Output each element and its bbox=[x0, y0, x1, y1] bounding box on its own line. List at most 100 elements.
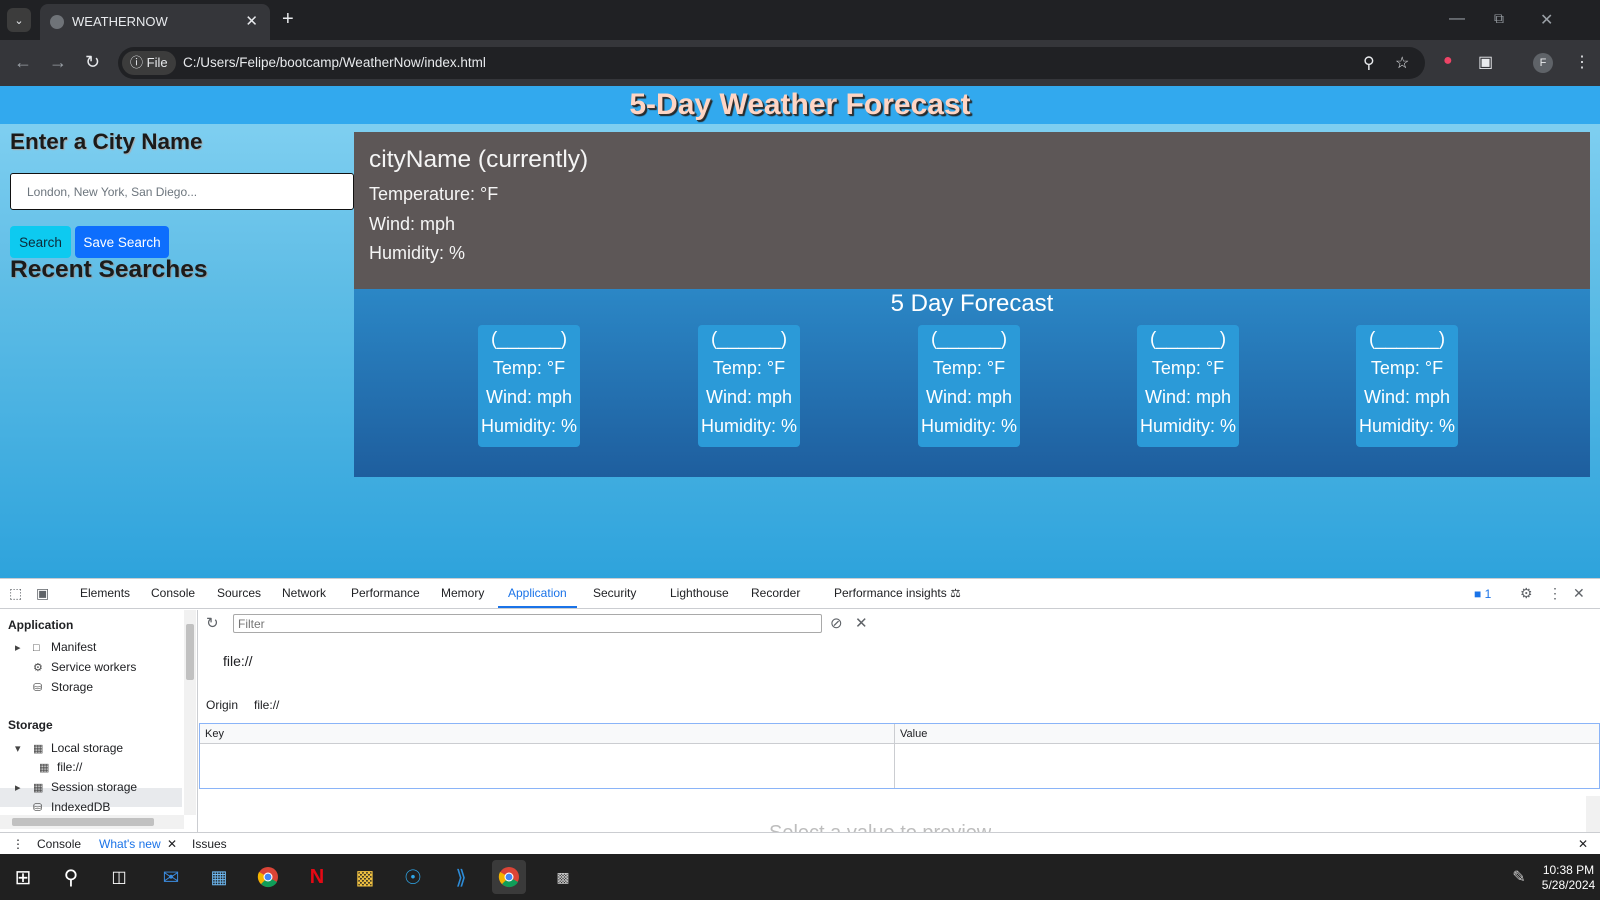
sidebar-item-service-workers[interactable]: ⚙ Service workers bbox=[33, 660, 136, 674]
restore-icon[interactable]: ⧉ bbox=[1494, 10, 1504, 27]
sidebar-vertical-scrollbar[interactable] bbox=[184, 610, 196, 815]
devtools-tab-memory[interactable]: Memory bbox=[441, 579, 484, 608]
extensions-puzzle-icon[interactable]: ▣ bbox=[1478, 52, 1493, 72]
devtools-menu-icon[interactable]: ⋮ bbox=[1548, 585, 1562, 602]
key-column-header[interactable]: Key bbox=[205, 728, 224, 740]
site-info-chip[interactable]: ⓘ File bbox=[122, 51, 176, 75]
save-search-button[interactable]: Save Search bbox=[75, 226, 169, 258]
preview-scrollbar[interactable] bbox=[1586, 796, 1600, 833]
clock-time: 10:38 PM bbox=[1542, 863, 1595, 877]
drawer-close-icon[interactable]: ✕ bbox=[1578, 837, 1588, 851]
current-city: cityName (currently) bbox=[369, 146, 589, 173]
mail-icon[interactable]: ✉ bbox=[154, 860, 188, 894]
drawer-tab-close-icon[interactable]: ✕ bbox=[167, 837, 177, 851]
back-icon[interactable]: ← bbox=[14, 52, 32, 72]
tab-search-chevron-icon[interactable]: ⌄ bbox=[7, 8, 31, 32]
issues-badge[interactable]: ■ 1 bbox=[1474, 587, 1491, 601]
table-header: Key Value bbox=[200, 724, 1599, 744]
city-search-input[interactable] bbox=[10, 173, 354, 210]
vscode-icon[interactable]: ⟫ bbox=[444, 860, 478, 894]
devtools-tab-performance[interactable]: Performance bbox=[351, 579, 420, 608]
devtools-tab-performance-insights[interactable]: Performance insights ⚖ bbox=[834, 579, 961, 608]
new-tab-icon[interactable]: + bbox=[282, 8, 294, 30]
devtools-tab-elements[interactable]: Elements bbox=[80, 579, 130, 608]
filter-input[interactable] bbox=[233, 614, 822, 633]
origin-row: Origin file:// bbox=[206, 698, 295, 712]
delete-selected-icon[interactable]: ✕ bbox=[855, 614, 868, 632]
sidebar-item-indexeddb[interactable]: ⛁ IndexedDB bbox=[33, 800, 110, 811]
device-toolbar-icon[interactable]: ▣ bbox=[36, 585, 49, 602]
globe-icon bbox=[50, 15, 64, 29]
devtools-tab-lighthouse[interactable]: Lighthouse bbox=[670, 579, 729, 608]
sidebar-item-local-storage[interactable]: ▾ ▦ Local storage bbox=[15, 741, 123, 755]
devtools-close-icon[interactable]: ✕ bbox=[1573, 585, 1585, 602]
edge-icon[interactable]: ☉ bbox=[396, 860, 430, 894]
windows-start-icon[interactable]: ⊞ bbox=[6, 860, 40, 894]
address-bar[interactable]: ⓘ File C:/Users/Felipe/bootcamp/WeatherN… bbox=[118, 47, 1425, 79]
netflix-icon[interactable]: N bbox=[300, 860, 334, 894]
sidebar-item-label: Storage bbox=[51, 680, 94, 694]
settings-gear-icon[interactable]: ⚙ bbox=[1520, 585, 1533, 602]
sidebar-horizontal-scrollbar[interactable] bbox=[0, 815, 184, 829]
search-button[interactable]: Search bbox=[10, 226, 71, 258]
minimize-icon[interactable]: — bbox=[1449, 10, 1465, 28]
file-explorer-icon[interactable]: ▩ bbox=[348, 860, 382, 894]
inspect-element-icon[interactable]: ⬚ bbox=[9, 585, 22, 602]
store-icon[interactable]: ▦ bbox=[202, 860, 236, 894]
window-close-icon[interactable]: ✕ bbox=[1540, 10, 1553, 30]
forecast-date: (______) bbox=[710, 329, 788, 350]
profile-avatar[interactable]: F bbox=[1533, 53, 1553, 73]
issues-count: 1 bbox=[1484, 587, 1492, 601]
drawer-tab-console[interactable]: Console bbox=[37, 837, 81, 851]
key-value-table[interactable]: Key Value bbox=[199, 723, 1600, 789]
system-clock[interactable]: 10:38 PM 5/28/2024 bbox=[1541, 863, 1596, 893]
devtools-tab-security[interactable]: Security bbox=[593, 579, 636, 608]
reload-icon[interactable]: ↻ bbox=[85, 52, 100, 72]
site-info-label: File bbox=[146, 55, 168, 70]
windows-taskbar: ⊞ ⚲ ◫ ✉ ▦ N ▩ ☉ ⟫ ▩ ✎ 10:38 PM 5/28/2024 bbox=[0, 854, 1600, 900]
forecast-card: (______) Temp: °F Wind: mph Humidity: % bbox=[698, 325, 800, 447]
forecast-card: (______) Temp: °F Wind: mph Humidity: % bbox=[478, 325, 580, 447]
sidebar-item-local-file[interactable]: ▦ file:// bbox=[39, 760, 82, 774]
scrollbar-thumb[interactable] bbox=[12, 818, 154, 826]
search-heading: Enter a City Name bbox=[10, 129, 203, 154]
devtools-tab-application[interactable]: Application bbox=[498, 579, 577, 608]
sidebar-item-storage[interactable]: ⛁ Storage bbox=[33, 680, 93, 694]
refresh-icon[interactable]: ↻ bbox=[206, 614, 219, 632]
forecast-humidity: Humidity: % bbox=[1358, 416, 1456, 436]
chrome-icon[interactable] bbox=[251, 860, 285, 894]
terminal-icon[interactable]: ▩ bbox=[546, 860, 580, 894]
browser-tab[interactable]: WEATHERNOW ✕ bbox=[40, 4, 270, 40]
caret-right-icon: ▸ bbox=[15, 782, 21, 794]
forecast-date: (______) bbox=[1368, 329, 1446, 350]
value-column-header[interactable]: Value bbox=[900, 728, 927, 740]
application-sidebar: Application ▸ □ Manifest ⚙ Service workers … bbox=[0, 610, 198, 833]
clear-all-icon[interactable]: ⊘ bbox=[830, 614, 843, 632]
forecast-humidity: Humidity: % bbox=[480, 416, 578, 436]
devtools-tab-network[interactable]: Network bbox=[282, 579, 326, 608]
table-icon: ▦ bbox=[33, 782, 44, 794]
drawer-menu-icon[interactable]: ⋮ bbox=[12, 837, 24, 851]
sidebar-storage-heading: Storage bbox=[8, 718, 53, 732]
devtools-tab-console[interactable]: Console bbox=[151, 579, 195, 608]
forward-icon[interactable]: → bbox=[49, 52, 67, 72]
url-text[interactable]: C:/Users/Felipe/bootcamp/WeatherNow/inde… bbox=[183, 55, 486, 70]
devtools-tab-sources[interactable]: Sources bbox=[217, 579, 261, 608]
sidebar-item-session-storage[interactable]: ▸ ▦ Session storage bbox=[15, 780, 137, 794]
search-icon[interactable]: ⚲ bbox=[54, 860, 88, 894]
current-weather-panel: cityName (currently) Temperature: °F Win… bbox=[354, 132, 1590, 289]
chrome-active-icon[interactable] bbox=[492, 860, 526, 894]
browser-menu-icon[interactable]: ⋮ bbox=[1574, 52, 1590, 72]
zoom-icon[interactable]: ⚲ bbox=[1363, 53, 1375, 73]
browser-toolbar: ← → ↻ ⓘ File C:/Users/Felipe/bootcamp/We… bbox=[0, 40, 1600, 86]
extension-icon[interactable]: ● bbox=[1443, 52, 1453, 70]
bookmark-star-icon[interactable]: ☆ bbox=[1395, 53, 1409, 73]
devtools-tab-recorder[interactable]: Recorder bbox=[751, 579, 800, 608]
tab-close-icon[interactable]: ✕ bbox=[245, 12, 258, 30]
pen-icon[interactable]: ✎ bbox=[1502, 860, 1536, 894]
task-view-icon[interactable]: ◫ bbox=[102, 860, 136, 894]
sidebar-item-manifest[interactable]: ▸ □ Manifest bbox=[15, 640, 96, 654]
scrollbar-thumb[interactable] bbox=[186, 624, 194, 680]
drawer-tab-issues[interactable]: Issues bbox=[192, 837, 227, 851]
drawer-tab-whats-new[interactable]: What's new bbox=[99, 837, 161, 851]
